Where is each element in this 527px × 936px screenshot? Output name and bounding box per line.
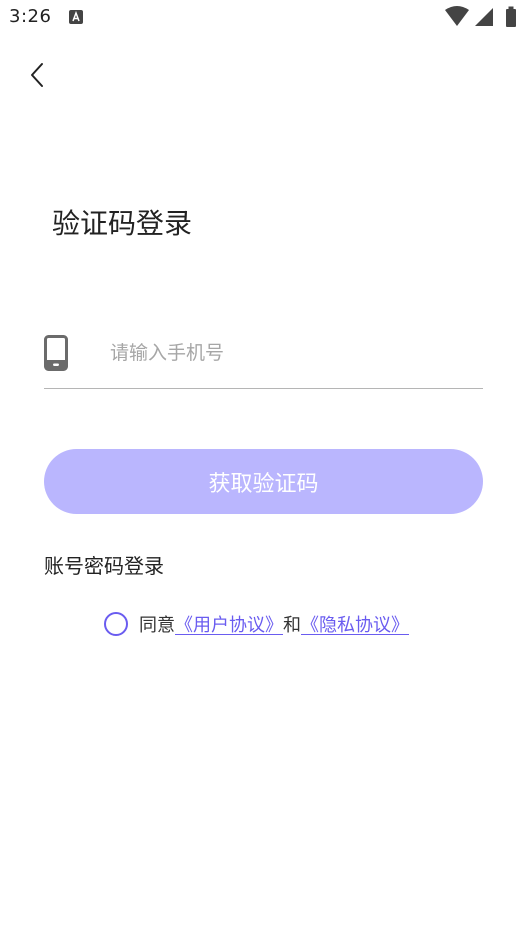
agree-radio[interactable] (104, 612, 128, 636)
phone-field (44, 330, 483, 389)
get-code-button[interactable]: 获取验证码 (44, 449, 483, 514)
user-agreement-link[interactable]: 《用户协议》 (175, 611, 283, 637)
wifi-icon (445, 6, 469, 26)
privacy-policy-link[interactable]: 《隐私协议》 (301, 611, 409, 637)
login-screen: 3:26 验证码登录 请输入手机号 获取验证码 账号密码登录 同意 《用户协议》… (0, 0, 527, 936)
chevron-left-icon (31, 63, 43, 87)
status-bar: 3:26 (0, 0, 527, 36)
phone-icon (44, 335, 68, 371)
page-title: 验证码登录 (52, 207, 193, 240)
account-password-login-link[interactable]: 账号密码登录 (44, 552, 164, 580)
battery-icon (506, 6, 516, 27)
agreement-row: 同意 《用户协议》 和 《隐私协议》 (104, 610, 409, 638)
agree-prefix: 同意 (139, 615, 175, 636)
notification-icon (69, 10, 83, 24)
agree-conjunction: 和 (283, 615, 301, 636)
back-button[interactable] (22, 60, 52, 90)
signal-icon (475, 8, 493, 26)
status-icons (445, 6, 516, 27)
phone-input[interactable] (110, 336, 470, 370)
status-time: 3:26 (9, 6, 52, 27)
